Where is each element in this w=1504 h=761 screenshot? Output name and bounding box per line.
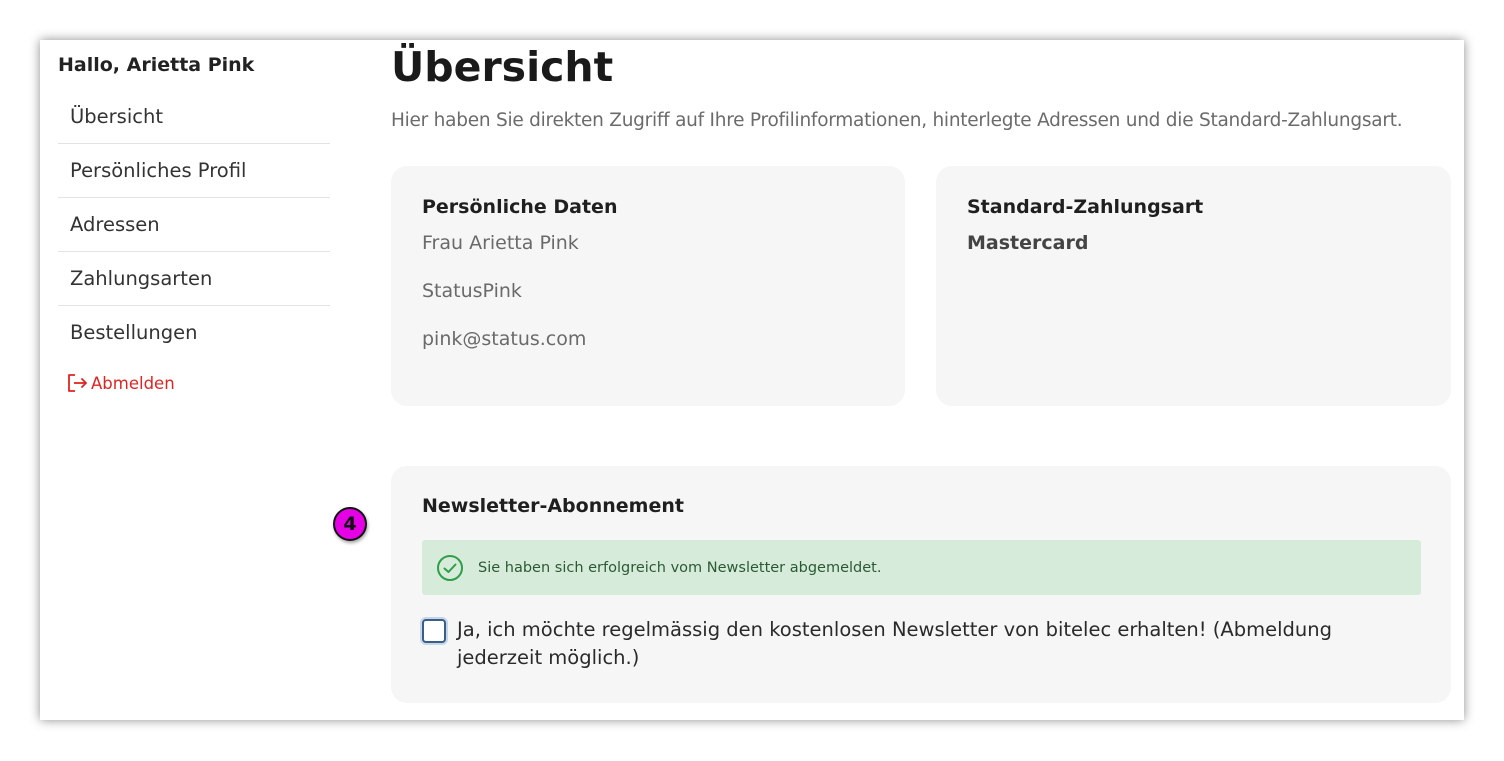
check-circle-icon <box>437 554 463 581</box>
newsletter-checkbox-label[interactable]: Ja, ich möchte regelmässig den kostenlos… <box>457 616 1417 672</box>
account-page: Hallo, Arietta Pink Übersicht Persönlich… <box>40 40 1464 720</box>
page-title: Übersicht <box>391 43 614 91</box>
personal-email: pink@status.com <box>422 328 587 350</box>
payment-method-card: Standard-Zahlungsart Mastercard <box>936 166 1451 406</box>
newsletter-title: Newsletter-Abonnement <box>422 495 684 517</box>
success-alert: Sie haben sich erfolgreich vom Newslette… <box>422 540 1421 595</box>
payment-method-title: Standard-Zahlungsart <box>967 196 1204 218</box>
newsletter-checkbox[interactable] <box>422 619 446 643</box>
sidebar-item-zahlungsarten[interactable]: Zahlungsarten <box>58 252 330 306</box>
sidebar-item-bestellungen[interactable]: Bestellungen <box>58 306 330 360</box>
personal-data-title: Persönliche Daten <box>422 196 618 218</box>
step-badge: 4 <box>333 507 367 541</box>
personal-data-card: Persönliche Daten Frau Arietta Pink Stat… <box>391 166 905 406</box>
sidebar-item-uebersicht[interactable]: Übersicht <box>58 91 330 144</box>
personal-company: StatusPink <box>422 280 522 302</box>
newsletter-card: Newsletter-Abonnement Sie haben sich erf… <box>391 466 1451 703</box>
sidebar-item-adressen[interactable]: Adressen <box>58 198 330 252</box>
page-subtitle: Hier haben Sie direkten Zugriff auf Ihre… <box>391 110 1403 131</box>
logout-icon <box>67 373 89 393</box>
payment-method-value: Mastercard <box>967 232 1089 254</box>
personal-name: Frau Arietta Pink <box>422 232 579 254</box>
greeting: Hallo, Arietta Pink <box>58 54 255 76</box>
alert-message: Sie haben sich erfolgreich vom Newslette… <box>478 559 882 576</box>
sidebar-item-persoenliches-profil[interactable]: Persönliches Profil <box>58 144 330 198</box>
logout-label: Abmelden <box>91 373 175 393</box>
sidebar-nav: Übersicht Persönliches Profil Adressen Z… <box>58 91 330 360</box>
logout-link[interactable]: Abmelden <box>67 373 175 393</box>
